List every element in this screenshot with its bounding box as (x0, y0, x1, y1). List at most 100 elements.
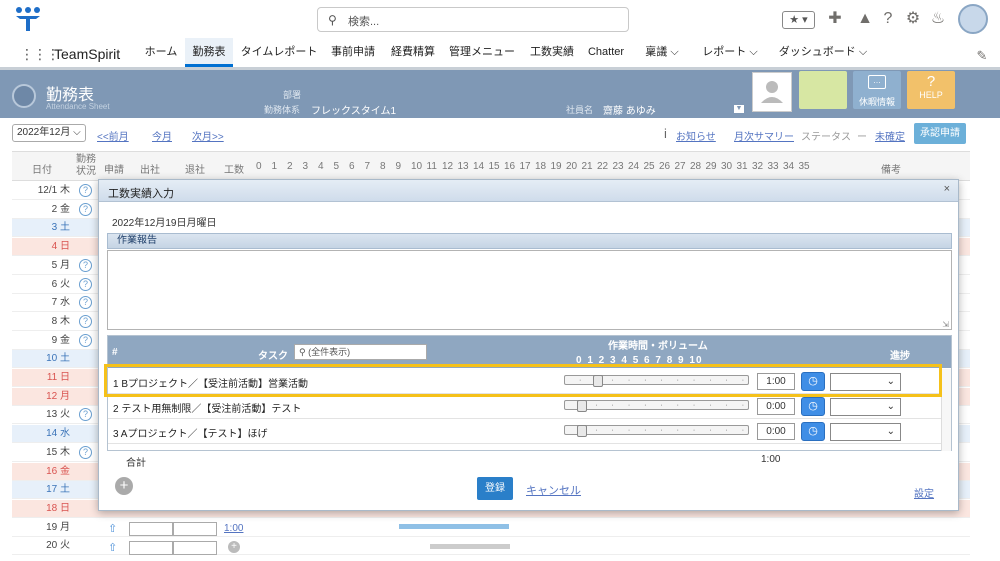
work-report-textarea[interactable]: ⇲ (107, 250, 952, 330)
hour-tick: 14 (473, 161, 485, 172)
total-row: 合計 1:00 (107, 451, 952, 471)
task-name: 3 Aプロジェクト／【テスト】ほげ (113, 429, 268, 440)
row20-in-input[interactable] (129, 541, 173, 555)
tab-work-results[interactable]: 工数実績 (526, 38, 578, 67)
tab-attendance[interactable]: 勤務表 (185, 38, 233, 67)
volume-slider[interactable]: · · · · · · · · · · · (564, 425, 749, 437)
trailhead-icon[interactable]: ▲ (855, 9, 875, 29)
slider-ticks: · · · · · · · · · · · (579, 402, 751, 409)
tab-time-report[interactable]: タイムレポート (238, 38, 320, 67)
tab-ringi[interactable]: 稟議 ⌵ (637, 38, 687, 67)
close-icon[interactable]: × (944, 183, 950, 195)
task-row[interactable]: 2 テスト用無制限／【受注前活動】テスト · · · · · · · · · · … (108, 394, 951, 419)
arrow-up-icon[interactable]: ⇧ (108, 522, 117, 535)
slider-knob[interactable] (577, 425, 587, 437)
gear-icon[interactable]: ⚙ (903, 9, 923, 29)
status-question-icon[interactable]: ? (79, 296, 92, 310)
hour-tick: 2 (287, 161, 293, 172)
add-icon[interactable]: + (228, 541, 240, 553)
arrow-up-icon[interactable]: ⇧ (108, 541, 117, 554)
row-date: 19 月 (46, 521, 70, 533)
this-month-link[interactable]: 今月 (152, 128, 172, 143)
help-icon[interactable]: ? (880, 9, 896, 29)
global-search[interactable]: ⚲ 検索... (317, 7, 629, 32)
total-value: 1:00 (761, 454, 781, 465)
task-grid-scrollbar[interactable] (941, 369, 951, 451)
resize-handle-icon[interactable]: ⇲ (942, 320, 949, 329)
task-time-input[interactable]: 0:00 (757, 423, 795, 440)
search-icon: ⚲ (328, 13, 337, 27)
hour-tick: 13 (457, 161, 469, 172)
settings-link[interactable]: 設定 (914, 485, 934, 500)
register-button[interactable]: 登録 (477, 477, 513, 500)
status-question-icon[interactable]: ? (79, 408, 92, 422)
next-month-link[interactable]: 次月>> (192, 128, 224, 143)
month-select[interactable]: 2022年12月 ⌵ (12, 124, 86, 142)
dialog-date: 2022年12月19日月曜日 (112, 218, 217, 229)
status-value[interactable]: 未確定 (875, 128, 905, 143)
help-button[interactable]: ? HELP (907, 71, 955, 109)
progress-select[interactable]: ⌄ (830, 398, 901, 416)
status-question-icon[interactable]: ? (79, 445, 92, 459)
clock-icon[interactable]: ◷ (801, 397, 825, 416)
status-label: ステータス (801, 132, 851, 143)
hour-tick: 1 (271, 161, 278, 172)
hour-tick: 12 (442, 161, 454, 172)
tab-report[interactable]: レポート ⌵ (697, 38, 763, 67)
task-row[interactable]: 3 Aプロジェクト／【テスト】ほげ · · · · · · · · · · · 0:… (108, 419, 951, 444)
row19-out-input[interactable] (173, 522, 217, 536)
task-search-input[interactable]: ⚲ (全件表示) (294, 344, 427, 360)
task-name: 2 テスト用無制限／【受注前活動】テスト (113, 404, 302, 415)
avatar[interactable] (958, 4, 988, 34)
col-date: 日付 (32, 165, 52, 176)
monthly-summary-link[interactable]: 月次サマリー (734, 128, 794, 143)
status-question-icon[interactable]: ? (79, 277, 92, 291)
clock-icon[interactable]: ◷ (801, 422, 825, 441)
tab-pre-application[interactable]: 事前申請 (327, 38, 379, 67)
chevron-down-icon[interactable]: ▼ (734, 105, 744, 113)
leave-info-button[interactable]: … 休暇情報 (853, 71, 901, 109)
hour-tick: 25 (643, 161, 655, 172)
status-question-icon[interactable]: ? (79, 258, 92, 272)
add-icon[interactable]: ✚ (825, 9, 845, 29)
status-question-icon[interactable]: ? (79, 314, 92, 328)
row20-out-input[interactable] (173, 541, 217, 555)
edit-pencil-icon[interactable]: ✎ (972, 46, 992, 66)
progress-select[interactable]: ⌄ (830, 423, 901, 441)
tab-chatter[interactable]: Chatter (585, 38, 627, 67)
task-search-placeholder: (全件表示) (308, 347, 351, 357)
slider-knob[interactable] (577, 400, 587, 412)
app-name: TeamSpirit (54, 46, 121, 62)
approve-request-button[interactable]: 承認申請 (914, 123, 966, 144)
employee-label: 社員名 (566, 105, 594, 115)
status-question-icon[interactable]: ? (79, 333, 92, 347)
tab-admin-menu[interactable]: 管理メニュー (447, 38, 517, 67)
hour-tick: 31 (736, 161, 748, 172)
row-date: 8 木 (51, 315, 70, 327)
status-question-icon[interactable]: ? (79, 202, 92, 216)
task-time-input[interactable]: 0:00 (757, 398, 795, 415)
chat-icon: … (868, 75, 886, 89)
cancel-link[interactable]: キャンセル (526, 482, 581, 498)
tab-dashboard[interactable]: ダッシュボード ⌵ (775, 38, 871, 67)
prev-month-link[interactable]: <<前月 (97, 128, 129, 143)
hour-tick: 18 (535, 161, 547, 172)
row-date: 7 水 (51, 297, 70, 309)
tab-expense[interactable]: 経費精算 (387, 38, 439, 67)
bell-icon[interactable]: ♨ (928, 9, 948, 29)
month-value: 2022年12月 (17, 127, 71, 138)
tab-home[interactable]: ホーム (140, 38, 182, 67)
teamspirit-logo[interactable] (14, 6, 42, 32)
status-question-icon[interactable]: ? (79, 184, 92, 197)
add-task-icon[interactable]: + (115, 477, 133, 495)
hour-tick: 17 (519, 161, 531, 172)
row-date: 17 土 (46, 484, 70, 496)
favorites-button[interactable]: ★ ▾ (782, 11, 815, 29)
row19-hours-link[interactable]: 1:00 (224, 523, 243, 534)
info-icon[interactable]: i (664, 126, 667, 141)
volume-slider[interactable]: · · · · · · · · · · · (564, 400, 751, 412)
row19-in-input[interactable] (129, 522, 173, 536)
notice-link[interactable]: お知らせ (676, 128, 716, 143)
work-system-label: 勤務体系 (264, 105, 301, 115)
attendance-table-header: 日付 勤務 状況 申請 出社 退社 工数 0 1 2 3 4 5 6 7 8 9 10 11 12 13 1… (12, 151, 970, 181)
